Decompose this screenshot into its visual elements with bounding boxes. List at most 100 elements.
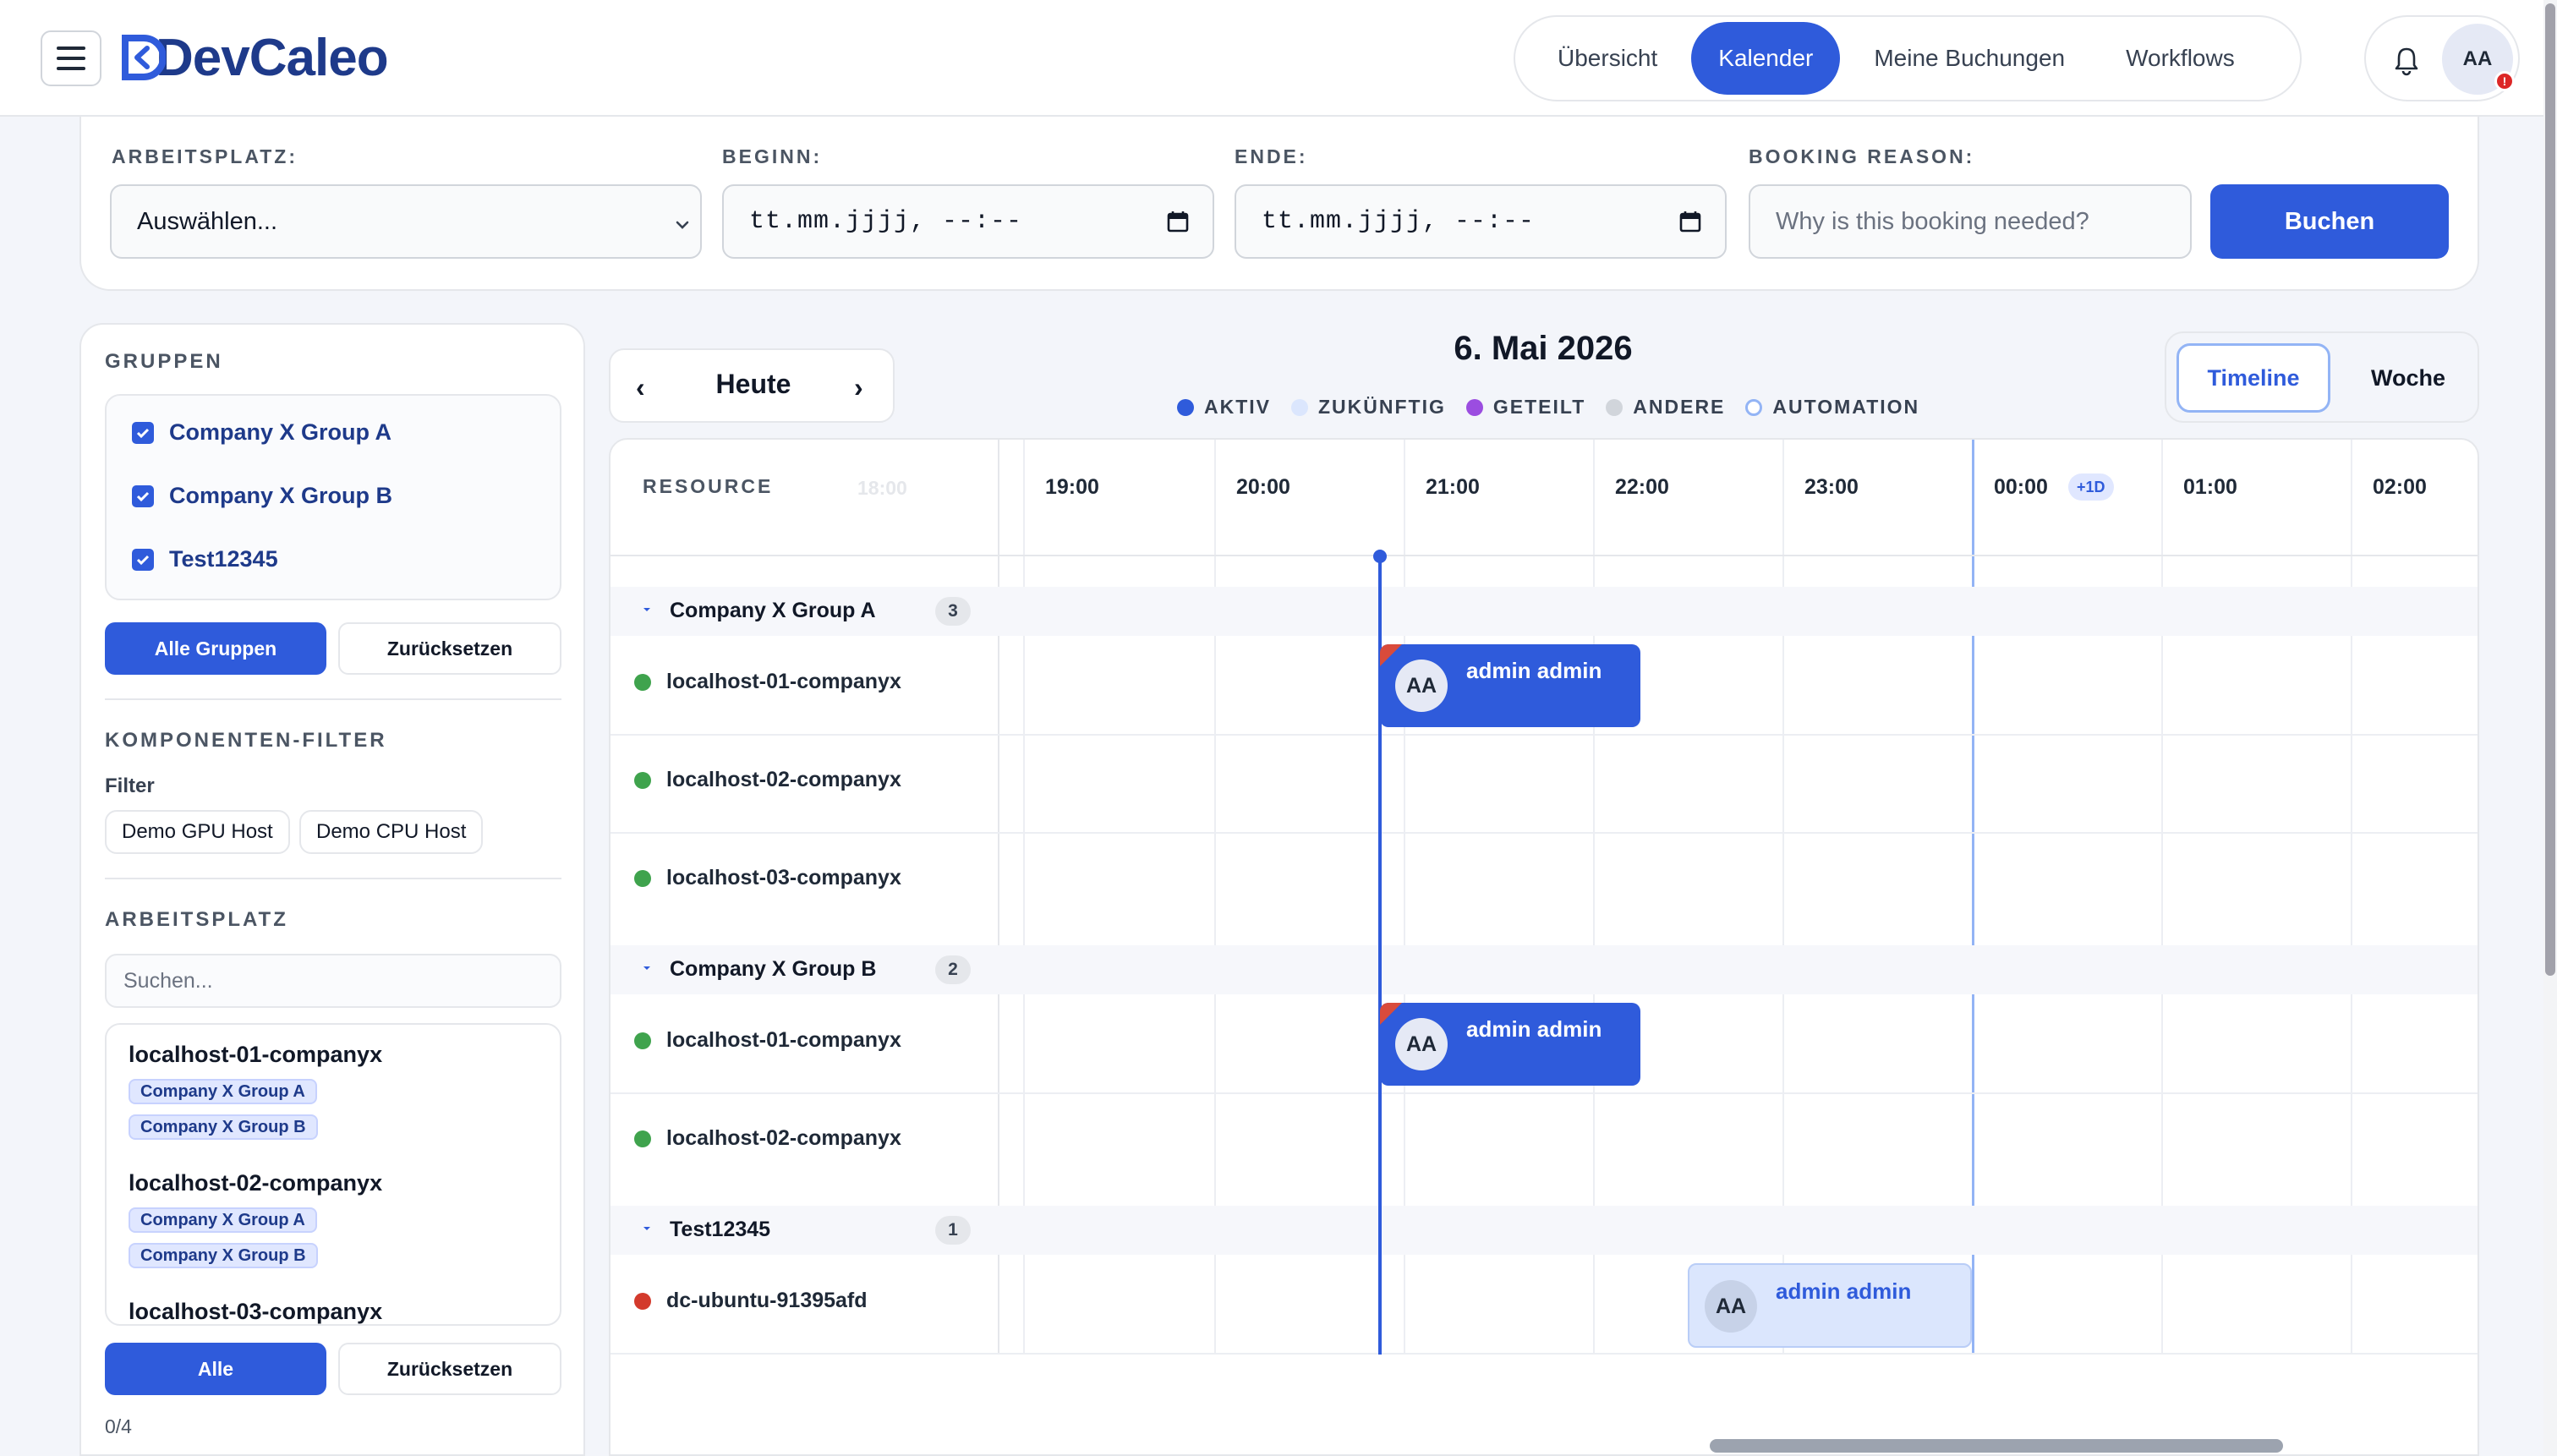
calendar-icon[interactable] (1679, 210, 1701, 233)
page-scrollbar[interactable] (2545, 3, 2555, 976)
menu-icon-bar (57, 57, 85, 60)
group-count-badge: 3 (935, 597, 971, 626)
divider (105, 698, 561, 700)
bell-icon[interactable] (2391, 44, 2422, 78)
alert-badge: ! (2494, 71, 2515, 91)
top-header: DevCaleo Übersicht Kalender Meine Buchun… (0, 0, 2543, 117)
next-day-button[interactable]: › (854, 372, 863, 403)
workplace-list: localhost-01-companyx Company X Group A … (105, 1023, 561, 1326)
legend-item-shared: GETEILT (1465, 396, 1585, 419)
book-button[interactable]: Buchen (2210, 184, 2449, 259)
resource-name: dc-ubuntu-91395afd (666, 1289, 868, 1312)
status-dot (634, 869, 651, 887)
list-item[interactable]: localhost-01-companyx (129, 1042, 382, 1068)
shared-corner-marker (1380, 644, 1402, 666)
chevron-down-icon (673, 213, 692, 232)
list-item[interactable]: localhost-03-companyx (129, 1299, 382, 1324)
tab-calendar[interactable]: Kalender (1691, 22, 1841, 95)
row-divider (611, 1353, 2478, 1355)
caret-down-icon (643, 966, 650, 970)
legend-dot (1465, 398, 1483, 416)
status-dot (634, 1292, 651, 1310)
start-datetime-input[interactable]: tt.mm.jjjj, --:-- (722, 184, 1214, 259)
status-dot (634, 673, 651, 691)
group-row-test[interactable]: Test12345 1 (611, 1206, 2478, 1255)
checkbox-checked-icon[interactable] (132, 421, 154, 444)
hour-label: 02:00 (2373, 475, 2427, 499)
resource-column-header: RESOURCE (643, 475, 774, 497)
group-tag: Company X Group A (129, 1079, 317, 1104)
status-dot (634, 1032, 651, 1049)
workplace-select[interactable]: Auswählen... (110, 184, 702, 259)
resource-row[interactable]: localhost-02-companyx (634, 1126, 901, 1151)
end-datetime-value: tt.mm.jjjj, --:-- (1262, 207, 1536, 236)
filter-chip-gpu[interactable]: Demo GPU Host (105, 810, 290, 854)
hour-label: 19:00 (1045, 475, 1099, 499)
resource-row[interactable]: dc-ubuntu-91395afd (634, 1289, 868, 1313)
avatar: AA (1705, 1280, 1757, 1333)
legend-item-automation: AUTOMATION (1745, 396, 1919, 419)
groups-list: Company X Group A Company X Group B Test… (105, 394, 561, 600)
hour-label: 01:00 (2183, 475, 2237, 499)
legend-dot (1177, 398, 1194, 416)
reset-groups-button[interactable]: Zurücksetzen (338, 622, 561, 675)
reset-workplace-button[interactable]: Zurücksetzen (338, 1343, 561, 1395)
resource-name: localhost-02-companyx (666, 1126, 901, 1150)
row-divider (611, 734, 2478, 736)
group-label: Company X Group B (169, 483, 393, 508)
legend-item-future: ZUKÜNFTIG (1291, 396, 1446, 419)
selection-counter: 0/4 (105, 1415, 132, 1437)
booking-block[interactable]: AA admin admin (1380, 1003, 1640, 1086)
header-divider (611, 555, 2478, 556)
list-item[interactable]: localhost-02-companyx (129, 1170, 382, 1196)
brand-name: DevCaleo (156, 28, 389, 87)
checkbox-checked-icon[interactable] (132, 484, 154, 507)
group-row-a[interactable]: Company X Group A 3 (611, 587, 2478, 636)
group-tag: Company X Group B (129, 1114, 318, 1140)
next-day-badge: +1D (2068, 473, 2114, 501)
group-checkbox-a[interactable]: Company X Group A (132, 419, 391, 446)
resource-row[interactable]: localhost-02-companyx (634, 768, 901, 792)
legend-label: ANDERE (1633, 396, 1726, 418)
start-label: BEGINN: (722, 145, 823, 167)
hamburger-menu-button[interactable] (41, 30, 101, 86)
booking-block[interactable]: AA admin admin (1380, 644, 1640, 727)
week-view-button[interactable]: Woche (2344, 343, 2472, 413)
resource-row[interactable]: localhost-01-companyx (634, 1028, 901, 1053)
tab-overview[interactable]: Übersicht (1530, 22, 1684, 95)
group-row-b[interactable]: Company X Group B 2 (611, 945, 2478, 994)
filter-chip-cpu[interactable]: Demo CPU Host (299, 810, 484, 854)
resource-row[interactable]: localhost-03-companyx (634, 866, 901, 890)
legend-dot (1291, 398, 1308, 416)
search-placeholder: Suchen... (123, 968, 213, 993)
status-legend: AKTIV ZUKÜNFTIG GETEILT ANDERE AUTOMATIO… (1177, 396, 1919, 419)
component-filter-title: KOMPONENTEN-FILTER (105, 729, 387, 752)
tab-my-bookings[interactable]: Meine Buchungen (1847, 22, 2092, 95)
all-groups-button[interactable]: Alle Gruppen (105, 622, 326, 675)
group-name: Company X Group A (670, 599, 876, 622)
user-area: AA ! (2364, 15, 2520, 101)
end-datetime-input[interactable]: tt.mm.jjjj, --:-- (1235, 184, 1727, 259)
horizontal-scrollbar[interactable] (1710, 1439, 2283, 1453)
resource-row[interactable]: localhost-01-companyx (634, 670, 901, 694)
group-checkbox-test[interactable]: Test12345 (132, 546, 278, 572)
resource-name: localhost-03-companyx (666, 866, 901, 889)
logo-mark-icon (122, 33, 167, 82)
resource-name: localhost-01-companyx (666, 670, 901, 693)
workplace-search-input[interactable]: Suchen... (105, 954, 561, 1008)
timeline-view-button[interactable]: Timeline (2176, 343, 2330, 413)
calendar-icon[interactable] (1167, 210, 1189, 233)
end-label: ENDE: (1235, 145, 1308, 167)
select-all-button[interactable]: Alle (105, 1343, 326, 1395)
group-count-badge: 1 (935, 1216, 971, 1245)
group-name: Test12345 (670, 1218, 771, 1241)
booking-reason-input[interactable]: Why is this booking needed? (1749, 184, 2192, 259)
group-label: Company X Group A (169, 419, 392, 445)
legend-label: AUTOMATION (1772, 396, 1920, 418)
tab-workflows[interactable]: Workflows (2099, 22, 2262, 95)
reason-label: BOOKING REASON: (1749, 145, 1975, 167)
group-checkbox-b[interactable]: Company X Group B (132, 483, 392, 509)
booking-block[interactable]: AA admin admin (1688, 1263, 1972, 1348)
app-logo[interactable]: DevCaleo (122, 25, 389, 90)
checkbox-checked-icon[interactable] (132, 548, 154, 571)
